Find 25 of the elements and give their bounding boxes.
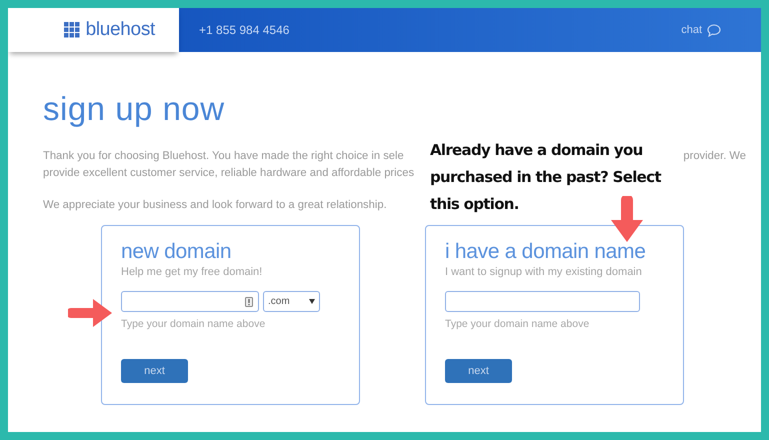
card-subtitle: I want to signup with my existing domain xyxy=(445,266,643,278)
down-arrow-icon xyxy=(610,196,644,242)
intro-text-line: provide excellent customer service, reliable hardware and affordable prices xyxy=(43,166,414,181)
card-title: i have a domain name xyxy=(445,240,647,264)
input-hint: Type your domain name above xyxy=(445,318,590,330)
card-title: new domain xyxy=(121,240,232,264)
dropdown-caret-icon xyxy=(309,299,315,304)
next-button[interactable]: next xyxy=(121,359,188,383)
tld-select[interactable]: .com xyxy=(263,291,320,312)
appreciation-text: We appreciate your business and look forward to a great relationship. xyxy=(43,199,387,211)
domain-input[interactable] xyxy=(121,291,259,312)
grid-logo-icon xyxy=(64,22,80,38)
card-subtitle: Help me get my free domain! xyxy=(121,266,264,278)
intro-text-end: provider. We xyxy=(683,149,746,164)
phone-number: +1 855 984 4546 xyxy=(199,23,290,37)
next-button[interactable]: next xyxy=(445,359,512,383)
intro-text: Thank you for choosing Bluehost. You have made the right choice in sele xyxy=(43,149,404,164)
domain-input[interactable] xyxy=(445,291,640,312)
page-title: sign up now xyxy=(43,90,226,128)
input-hint: Type your domain name above xyxy=(121,318,266,330)
speech-bubble-icon xyxy=(707,24,721,36)
chat-link[interactable]: chat xyxy=(681,24,721,36)
right-arrow-icon xyxy=(68,298,114,328)
logo-text: bluehost xyxy=(86,19,155,41)
annotation-text: Already have a domain you purchased in the past? Select this option. xyxy=(430,140,662,215)
